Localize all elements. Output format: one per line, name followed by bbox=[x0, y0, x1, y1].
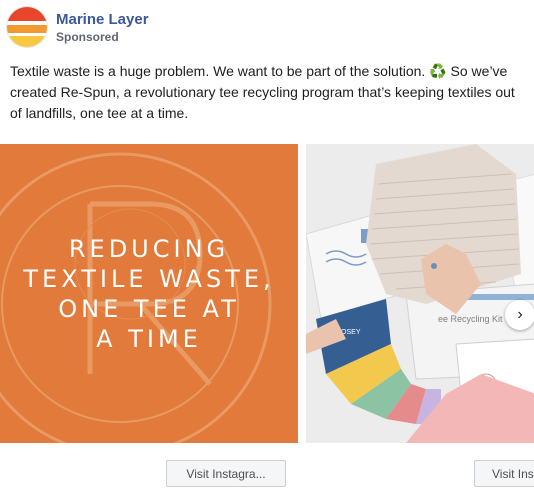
post-body-text: Textile waste is a huge problem. We want… bbox=[10, 61, 530, 124]
recycling-kit-photo: ee Recycling Kit ROSEY bbox=[306, 144, 534, 443]
sponsored-label: Sponsored bbox=[56, 30, 119, 44]
headline-line-2: TEXTILE WASTE, bbox=[23, 265, 275, 293]
recycle-icon: ♻️ bbox=[429, 63, 447, 79]
post-text-part-1: Textile waste is a huge problem. We want… bbox=[10, 63, 430, 79]
carousel-card-recycling-kit-photo[interactable]: ee Recycling Kit ROSEY bbox=[306, 144, 534, 443]
marine-layer-logo-avatar[interactable] bbox=[7, 7, 47, 47]
sunset-stripes-logo-icon bbox=[7, 7, 47, 47]
ad-carousel: REDUCING TEXTILE WASTE, ONE TEE AT A TIM… bbox=[0, 144, 534, 502]
visit-instagram-button-card2[interactable]: Visit Ins bbox=[474, 460, 534, 487]
chevron-right-icon: › bbox=[517, 306, 523, 323]
headline-line-1: REDUCING bbox=[68, 235, 230, 263]
visit-instagram-button-card1[interactable]: Visit Instagra... bbox=[166, 460, 286, 487]
card1-headline: REDUCING TEXTILE WASTE, ONE TEE AT A TIM… bbox=[0, 234, 298, 354]
ad-header: Marine Layer Sponsored bbox=[0, 0, 534, 56]
carousel-card-reducing-textile-waste[interactable]: REDUCING TEXTILE WASTE, ONE TEE AT A TIM… bbox=[0, 144, 298, 443]
kit-label-text: ee Recycling Kit bbox=[438, 314, 503, 324]
page-name-link[interactable]: Marine Layer bbox=[56, 11, 149, 28]
carousel-next-button[interactable]: › bbox=[505, 300, 534, 330]
headline-line-4: A TIME bbox=[96, 325, 202, 353]
headline-line-3: ONE TEE AT bbox=[58, 295, 240, 323]
